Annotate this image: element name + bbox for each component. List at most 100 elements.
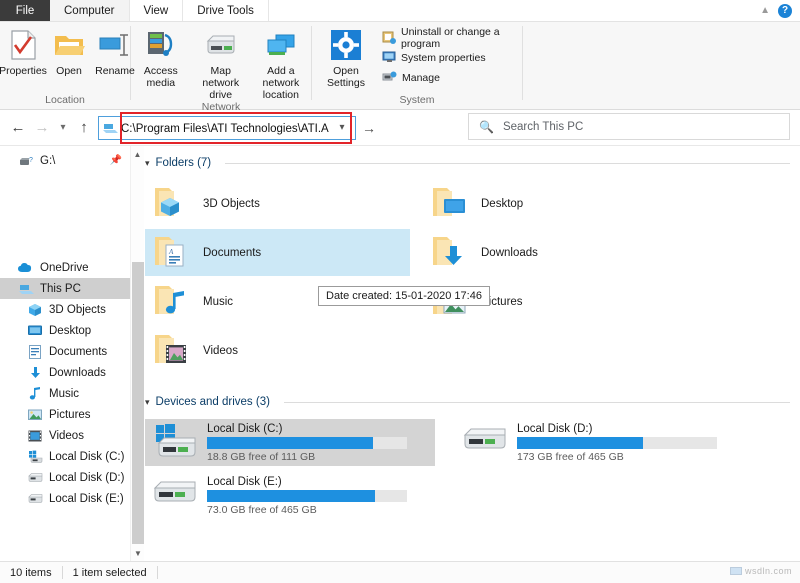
forward-button[interactable]: → (30, 116, 54, 140)
sidebar-item-local-disk-d[interactable]: Local Disk (D:) (0, 467, 130, 488)
scroll-up-button[interactable]: ▲ (131, 146, 144, 162)
sidebar-item-local-disk-d-label: Local Disk (D:) (49, 471, 125, 484)
videos-icon (27, 428, 43, 444)
tab-computer[interactable]: Computer (50, 0, 130, 21)
folder-name: Downloads (481, 246, 538, 259)
sidebar-item-onedrive[interactable]: OneDrive (0, 257, 130, 278)
navigation-pane-scrollbar[interactable]: ▲ ▼ (130, 146, 144, 561)
tab-view-label: View (143, 4, 169, 17)
map-network-drive-button[interactable]: Map network drive (191, 27, 251, 101)
sidebar-item-downloads[interactable]: Downloads (0, 362, 130, 383)
sidebar-item-3d-objects[interactable]: 3D Objects (0, 299, 130, 320)
ribbon-group-location-label: Location (45, 94, 85, 106)
arrow-up-icon: ↑ (80, 119, 88, 136)
add-network-location-label: Add a network location (262, 65, 300, 102)
scroll-down-button[interactable]: ▼ (131, 545, 145, 561)
drive-tile-local-disk-d[interactable]: Local Disk (D:) 173 GB free of 465 GB (455, 419, 745, 466)
system-small-buttons: Uninstall or change a program System pro… (380, 26, 522, 87)
sidebar-item-videos[interactable]: Videos (0, 425, 130, 446)
uninstall-program-button[interactable]: Uninstall or change a program (380, 26, 522, 50)
open-settings-button[interactable]: Open Settings (312, 27, 380, 89)
chevron-down-icon[interactable]: ▾ (145, 397, 150, 408)
ribbon-group-system: Open Settings Uninstall or change a prog… (312, 22, 522, 109)
tab-drive-tools[interactable]: Drive Tools (183, 0, 269, 21)
search-box[interactable]: 🔍 Search This PC (468, 113, 790, 140)
go-button[interactable]: → (356, 120, 382, 136)
drive-tile-local-disk-e[interactable]: Local Disk (E:) 73.0 GB free of 465 GB (145, 472, 435, 519)
chevron-up-icon[interactable]: ▲ (760, 5, 770, 16)
folder-tile-videos[interactable]: Videos (145, 327, 410, 374)
sidebar-item-local-disk-c[interactable]: Local Disk (C:) (0, 446, 130, 467)
sidebar-item-g-drive[interactable]: ? G:\ 📌 (0, 150, 130, 171)
onedrive-icon (18, 260, 34, 276)
open-folder-icon (53, 27, 85, 63)
sidebar-item-this-pc[interactable]: This PC (0, 278, 130, 299)
drive-free-text: 73.0 GB free of 465 GB (207, 503, 317, 516)
recent-locations-button[interactable]: ▾ (54, 116, 72, 140)
tab-view[interactable]: View (129, 0, 184, 21)
devices-group-header[interactable]: ▾ Devices and drives (3) (145, 393, 800, 411)
open-settings-label: Open Settings (327, 65, 365, 90)
drive-icon (153, 476, 197, 516)
access-media-button[interactable]: Access media (131, 27, 191, 89)
rename-label: Rename (95, 65, 135, 77)
back-button[interactable]: ← (6, 116, 30, 140)
open-button[interactable]: Open (46, 27, 92, 77)
sidebar-item-g-drive-label: G:\ (40, 154, 56, 167)
drive-icon (27, 491, 43, 507)
system-properties-button[interactable]: System properties (380, 49, 522, 67)
chevron-down-icon[interactable]: ▾ (145, 158, 150, 169)
system-properties-label: System properties (400, 52, 486, 64)
add-network-location-icon (264, 27, 298, 63)
folder-tile-3d-objects[interactable]: 3D Objects (145, 180, 410, 227)
drive-tile-local-disk-c[interactable]: Local Disk (C:) 18.8 GB free of 111 GB (145, 419, 435, 466)
sidebar-item-local-disk-e[interactable]: Local Disk (E:) (0, 488, 130, 509)
3d-objects-icon (27, 302, 43, 318)
arrow-left-icon: ← (10, 119, 26, 136)
arrow-right-icon: → (34, 119, 50, 136)
manage-button[interactable]: Manage (380, 69, 522, 87)
status-divider (156, 566, 158, 579)
tab-file[interactable]: File (0, 0, 50, 21)
downloads-icon (27, 365, 43, 381)
sidebar-item-pictures[interactable]: Pictures (0, 404, 130, 425)
pin-icon[interactable]: 📌 (110, 155, 130, 166)
chevron-down-icon: ▾ (60, 122, 66, 133)
address-input[interactable]: C:\Program Files\ATI Technologies\ATI.AC… (121, 121, 329, 135)
add-network-location-button[interactable]: Add a network location (251, 27, 311, 101)
drive-free-text: 173 GB free of 465 GB (517, 450, 624, 463)
manage-label: Manage (401, 72, 440, 84)
properties-button[interactable]: Properties (0, 27, 47, 77)
folders-group-header[interactable]: ▾ Folders (7) (145, 154, 800, 172)
help-label: ? (781, 5, 789, 16)
sidebar-item-desktop[interactable]: Desktop (0, 320, 130, 341)
ribbon-group-system-body: Open Settings Uninstall or change a prog… (312, 22, 522, 91)
sidebar-item-documents-label: Documents (49, 345, 108, 358)
watermark-text: wsdln.com (744, 566, 792, 576)
sidebar-item-music[interactable]: Music (0, 383, 130, 404)
svg-text:A: A (168, 248, 174, 256)
tab-file-label: File (15, 4, 35, 17)
tab-computer-label: Computer (64, 4, 115, 17)
sidebar-item-music-label: Music (49, 387, 80, 400)
sidebar-item-documents[interactable]: Documents (0, 341, 130, 362)
drive-name: Local Disk (E:) (207, 475, 282, 488)
ribbon-group-location-body: Properties Open Rename (0, 22, 135, 91)
folder-tile-downloads[interactable]: Downloads (423, 229, 688, 276)
address-bar[interactable]: C:\Program Files\ATI Technologies\ATI.AC… (98, 115, 356, 140)
folder-tile-desktop[interactable]: Desktop (423, 180, 688, 227)
pane-splitter[interactable] (124, 300, 130, 320)
scrollbar-thumb[interactable] (132, 262, 144, 544)
help-icon[interactable]: ? (778, 3, 792, 18)
group-divider (283, 401, 790, 403)
ribbon-separator-3 (522, 26, 523, 100)
address-dropdown-button[interactable]: ▾ (329, 122, 355, 133)
uninstall-program-icon (382, 30, 396, 47)
access-media-icon (145, 27, 177, 63)
folder-tile-documents[interactable]: A Documents (145, 229, 410, 276)
network-drive-icon: ? (18, 153, 34, 169)
map-network-drive-label: Map network drive (202, 65, 240, 102)
up-button[interactable]: ↑ (72, 116, 96, 140)
open-label: Open (56, 65, 82, 77)
documents-icon (27, 344, 43, 360)
